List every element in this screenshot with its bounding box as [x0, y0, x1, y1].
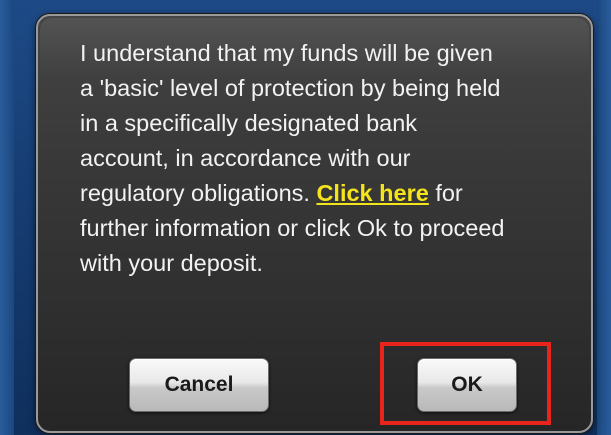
- cancel-button[interactable]: Cancel: [129, 358, 269, 412]
- background-edge-left: [0, 0, 14, 435]
- dialog-message: I understand that my funds will be given…: [80, 36, 510, 281]
- further-information-link[interactable]: Click here: [316, 180, 428, 206]
- ok-button[interactable]: OK: [417, 358, 517, 412]
- background-edge-right: [597, 0, 611, 435]
